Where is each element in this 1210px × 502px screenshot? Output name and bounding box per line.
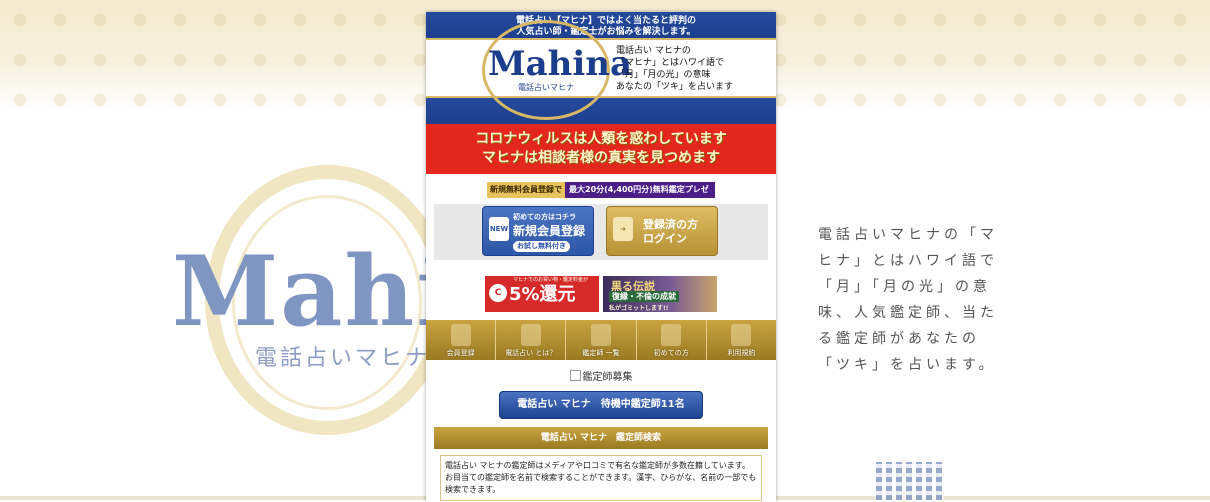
waiting-tellers-button[interactable]: 電話占い マヒナ 待機中鑑定師11名	[499, 391, 703, 419]
search-section-header: 電話占い マヒナ 鑑定師検索	[434, 427, 768, 449]
cashback-banner[interactable]: C マヒナでのお買い物・鑑定料金が 5%還元	[485, 276, 599, 312]
header-bottom-bar	[426, 98, 776, 124]
register-label: 新規会員登録	[513, 224, 586, 238]
free-trial-promo[interactable]: 新規無料会員登録で 最大20分(4,400円分)無料鑑定プレゼント	[487, 182, 715, 210]
nav-label: 利用規約	[727, 349, 756, 357]
description-line: 電話占い マヒナの	[616, 46, 691, 56]
book-banner[interactable]: 黒る伝説 復縁・不倫の成就 私がゴミットします!!	[603, 276, 717, 312]
login-label: 登録済の方 ログイン	[643, 218, 698, 246]
nav-fortune-tellers[interactable]: 鑑定師 一覧	[566, 320, 637, 360]
mobile-page-column: 電話占い【マヒナ】ではよく当たると評判の 人気占い師・鑑定士がお悩みを解決します…	[426, 12, 776, 502]
side-description: 電話占いマヒナの「マヒナ」とはハワイ語で「月」「月の光」の意味、人気鑑定師、当た…	[818, 227, 998, 373]
search-description: 電話占い マヒナの鑑定師はメディアや口コミで有名な鑑定師が多数在籍しています。お…	[440, 455, 762, 501]
new-badge-icon: NEW	[489, 217, 509, 241]
book-note: 私がゴミットします!!	[609, 305, 669, 312]
nav-label: 会員登録	[446, 349, 475, 357]
banner-line: マヒナは相談者様の真実を見つめます	[482, 150, 720, 166]
login-label-line: 登録済の方	[643, 218, 698, 231]
nav-register[interactable]: 会員登録	[426, 320, 497, 360]
header-gold-line	[426, 38, 776, 40]
nav-terms[interactable]: 利用規約	[707, 320, 776, 360]
login-button[interactable]: ➜ 登録済の方 ログイン	[606, 206, 718, 256]
qr-code-icon[interactable]	[876, 462, 944, 500]
description-line: あなたの「ツキ」を占います	[616, 82, 734, 92]
main-navigation: 会員登録 電話占い とは？ 鑑定師 一覧 初めての方 利用規約	[426, 320, 776, 360]
register-button[interactable]: NEW 初めての方はコチラ 新規会員登録 お試し無料付き	[482, 206, 594, 256]
site-header[interactable]: 電話占い【マヒナ】ではよく当たると評判の 人気占い師・鑑定士がお悩みを解決します…	[426, 12, 776, 124]
nav-label: 電話占い とは？	[505, 349, 557, 357]
nav-about[interactable]: 電話占い とは？	[496, 320, 567, 360]
free-trial-tag: お試し無料付き	[513, 241, 570, 252]
login-label-line: ログイン	[643, 232, 687, 245]
background-logo-subtitle: 電話占いマヒナ	[255, 346, 431, 371]
book-icon	[661, 324, 682, 346]
register-icon	[450, 324, 471, 346]
recruit-image-link[interactable]: 鑑定師募集	[426, 368, 776, 383]
site-logo-subtitle: 電話占いマヒナ	[518, 83, 574, 92]
promo-label: 新規無料会員登録で	[487, 182, 565, 198]
description-line: 「月」「月の光」の意味	[616, 70, 711, 80]
login-arrow-icon: ➜	[613, 217, 633, 241]
cashback-label: 5%還元	[509, 284, 576, 305]
document-icon	[731, 324, 752, 346]
site-logo[interactable]: Mahina	[488, 44, 632, 84]
account-buttons: NEW 初めての方はコチラ 新規会員登録 お試し無料付き ➜ 登録済の方 ログイ…	[434, 204, 768, 260]
question-icon	[520, 324, 541, 346]
corona-message-banner: コロナウィルスは人類を惑わしています マヒナは相談者様の真実を見つめます	[426, 124, 776, 174]
dsk-logo-icon: C	[489, 284, 507, 302]
recruit-alt-text: 鑑定師募集	[582, 372, 633, 383]
header-description: 電話占い マヒナの 「マヒナ」とはハワイ語で 「月」「月の光」の意味 あなたの「…	[616, 45, 733, 93]
ad-banners: C マヒナでのお買い物・鑑定料金が 5%還元 黒る伝説 復縁・不倫の成就 私がゴ…	[426, 276, 776, 312]
nav-label: 鑑定師 一覧	[582, 349, 620, 357]
nav-label: 初めての方	[653, 349, 689, 357]
fortune-teller-icon	[591, 324, 611, 346]
header-gold-line	[426, 96, 776, 98]
broken-image-icon	[569, 370, 581, 381]
nav-beginners[interactable]: 初めての方	[637, 320, 707, 360]
banner-line: コロナウィルスは人類を惑わしています	[475, 131, 727, 147]
promo-offer: 最大20分(4,400円分)無料鑑定プレゼント	[565, 182, 715, 210]
description-line: 「マヒナ」とはハワイ語で	[616, 58, 725, 68]
register-caption: 初めての方はコチラ	[513, 213, 576, 221]
book-subtitle: 復縁・不倫の成就	[609, 291, 679, 302]
